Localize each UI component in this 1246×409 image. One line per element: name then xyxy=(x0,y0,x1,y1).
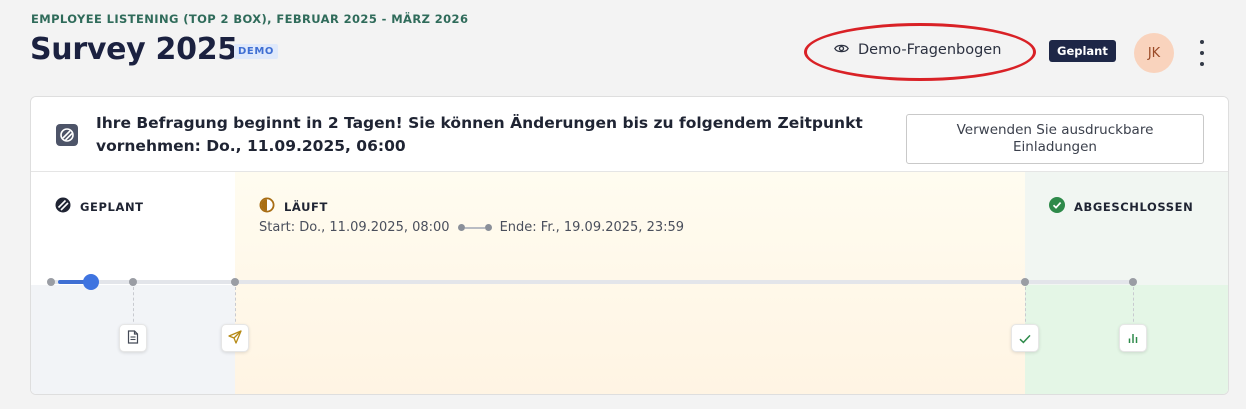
timeline-node-launch xyxy=(231,278,239,286)
timeline-connector xyxy=(235,287,236,327)
check-icon xyxy=(1019,329,1031,348)
send-icon xyxy=(228,329,242,348)
phase-planned-label: GEPLANT xyxy=(55,197,144,216)
half-circle-icon xyxy=(259,197,275,216)
phase-done-label: ABGESCHLOSSEN xyxy=(1049,197,1193,216)
printable-invitations-button[interactable]: Verwenden Sie ausdruckbare Einladungen xyxy=(906,114,1204,164)
striped-circle-icon xyxy=(55,197,71,216)
survey-dates: Start: Do., 11.09.2025, 08:00 Ende: Fr.,… xyxy=(259,220,684,235)
timeline-track xyxy=(51,280,1133,284)
phase-running-label: LÄUFT xyxy=(259,197,328,216)
notice-text: Ihre Befragung beginnt in 2 Tagen! Sie k… xyxy=(96,114,863,155)
demo-badge: DEMO xyxy=(234,44,278,59)
results-step-button[interactable] xyxy=(1119,324,1147,352)
timeline-connector xyxy=(1133,287,1134,327)
more-options-icon[interactable] xyxy=(1192,40,1212,66)
striped-circle-icon xyxy=(56,124,78,146)
timeline-node-questionnaire xyxy=(129,278,137,286)
end-date: Ende: Fr., 19.09.2025, 23:59 xyxy=(499,220,685,235)
timeline-node-results xyxy=(1129,278,1137,286)
document-icon xyxy=(127,329,139,348)
timeline-node-close xyxy=(1021,278,1029,286)
questionnaire-step-button[interactable] xyxy=(119,324,147,352)
avatar[interactable]: JK xyxy=(1134,33,1174,73)
bar-chart-icon xyxy=(1127,329,1139,348)
date-range-connector xyxy=(457,224,492,231)
close-step-button[interactable] xyxy=(1011,324,1039,352)
start-notice: Ihre Befragung beginnt in 2 Tagen! Sie k… xyxy=(31,97,1228,172)
timeline-node-start xyxy=(47,278,55,286)
check-circle-icon xyxy=(1049,197,1065,216)
demo-questionnaire-link[interactable]: Demo-Fragenbogen xyxy=(834,42,1001,58)
survey-timeline-card: Ihre Befragung beginnt in 2 Tagen! Sie k… xyxy=(30,96,1229,395)
timeline-connector xyxy=(133,287,134,327)
demo-questionnaire-label: Demo-Fragenbogen xyxy=(858,42,1002,58)
page-title: Survey 2025 xyxy=(30,32,238,67)
survey-program-label: EMPLOYEE LISTENING (TOP 2 BOX), FEBRUAR … xyxy=(31,12,469,26)
timeline-connector xyxy=(1025,287,1026,327)
status-badge: Geplant xyxy=(1049,40,1116,62)
timeline-current-marker xyxy=(83,274,99,290)
eye-icon xyxy=(834,42,849,58)
start-date: Start: Do., 11.09.2025, 08:00 xyxy=(259,220,450,235)
invitation-step-button[interactable] xyxy=(221,324,249,352)
